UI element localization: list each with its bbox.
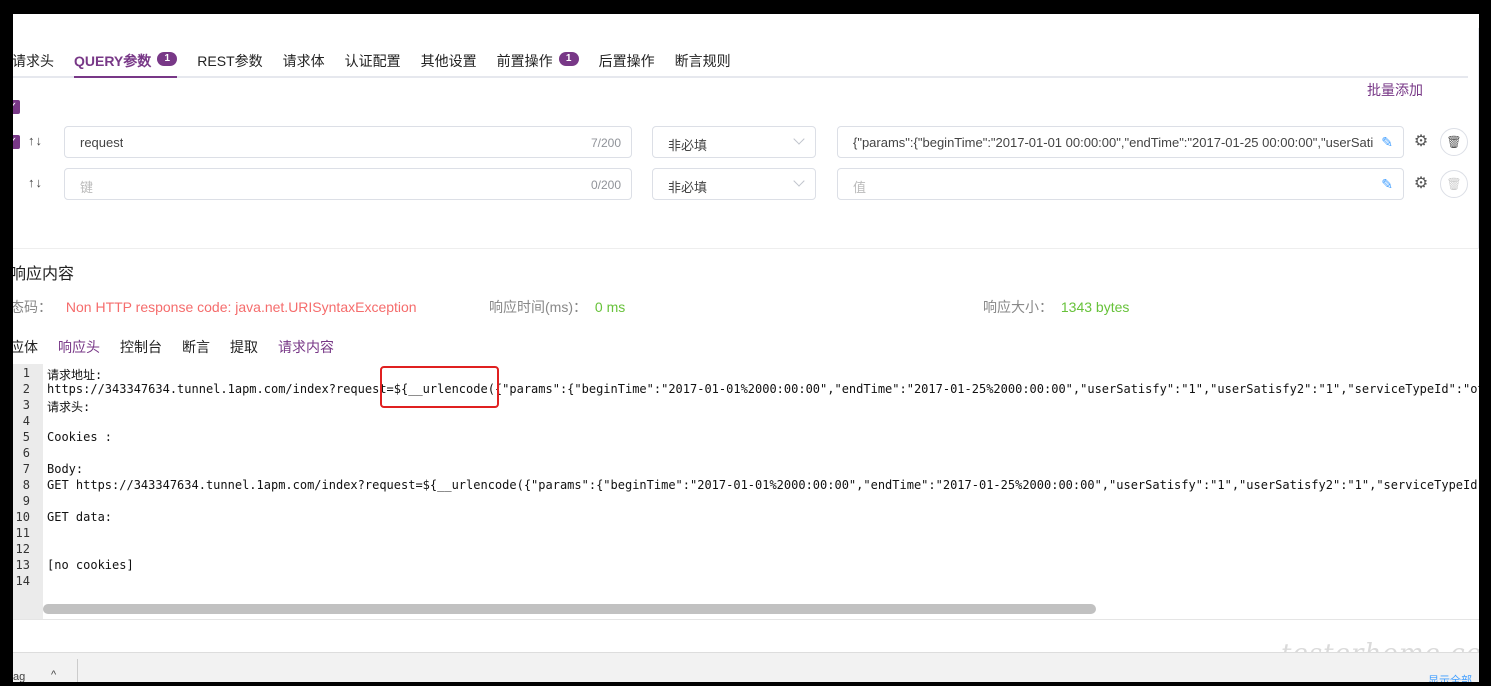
- gear-icon[interactable]: ⚙: [1412, 175, 1430, 193]
- param-value-input[interactable]: 值 ✎: [837, 168, 1404, 200]
- divider: [77, 659, 78, 682]
- chevron-up-icon[interactable]: ^: [51, 669, 56, 681]
- edit-icon[interactable]: ✎: [1381, 176, 1393, 193]
- tab-request-content[interactable]: 请求内容: [278, 332, 334, 366]
- tab-extract[interactable]: 提取: [230, 332, 258, 360]
- batch-add-link[interactable]: 批量添加: [1367, 80, 1423, 100]
- code-line: Body:: [47, 462, 84, 476]
- tab-other-settings[interactable]: 其他设置: [411, 44, 487, 76]
- code-line: https://343347634.tunnel.1apm.com/index?…: [47, 382, 1479, 396]
- gear-icon[interactable]: ⚙: [1412, 133, 1430, 151]
- reorder-arrows-icon[interactable]: ↑↓: [28, 133, 43, 148]
- tab-assertion-rules[interactable]: 断言规则: [665, 44, 741, 76]
- response-title: 响应内容: [13, 266, 75, 283]
- line-number: 13: [15, 558, 30, 572]
- code-line: GET https://343347634.tunnel.1apm.com/in…: [47, 478, 1479, 492]
- param-value-input[interactable]: {"params":{"beginTime":"2017-01-01 00:00…: [837, 126, 1404, 158]
- char-counter: 7/200: [590, 136, 621, 150]
- line-number: 9: [22, 494, 30, 508]
- tab-query-params[interactable]: QUERY参数 1: [64, 44, 187, 78]
- line-number: 4: [22, 414, 30, 428]
- code-viewer[interactable]: 1 请求地址: 2 https://343347634.tunnel.1apm.…: [13, 364, 1479, 620]
- tab-response-headers[interactable]: 响应头: [58, 332, 100, 360]
- line-number: 2: [22, 382, 30, 396]
- chevron-down-icon: [793, 133, 805, 145]
- chevron-down-icon: [793, 175, 805, 187]
- select-all-checkbox[interactable]: ✓: [13, 100, 20, 114]
- size-label: 响应大小：: [983, 299, 1053, 315]
- time-value: 0 ms: [594, 299, 626, 315]
- count-badge: 1: [157, 52, 178, 66]
- char-counter: 0/200: [590, 178, 621, 192]
- code-line: GET data:: [47, 510, 113, 524]
- param-key-value: request: [80, 135, 124, 150]
- param-value-placeholder: 值: [853, 180, 867, 195]
- tab-assertions[interactable]: 断言: [182, 332, 210, 360]
- bottom-bar: ag ^ 显示全部: [13, 652, 1479, 682]
- tab-post-operations[interactable]: 后置操作: [589, 44, 665, 76]
- request-tabs: 请求头 QUERY参数 1 REST参数 请求体 认证配置 其他设置 前置操作 1 …: [13, 44, 1468, 78]
- row-checkbox[interactable]: ✓: [13, 135, 20, 149]
- time-label: 响应时间(ms)：: [489, 299, 587, 315]
- param-value-text: {"params":{"beginTime":"2017-01-01 00:00…: [853, 135, 1373, 150]
- line-number: 3: [22, 398, 30, 412]
- line-number: 12: [15, 542, 30, 556]
- divider: [13, 248, 1479, 249]
- required-select[interactable]: 非必填: [652, 168, 816, 200]
- param-row: ✓ ↑↓ request 7/200 非必填 {"params":{"begin…: [13, 126, 1479, 158]
- param-row: ↑↓ 键 0/200 非必填 值 ✎ ⚙ 🗑: [13, 168, 1479, 200]
- status-label: 态码：: [13, 299, 52, 315]
- code-line: [no cookies]: [47, 558, 134, 572]
- size-value: 1343 bytes: [1060, 299, 1130, 315]
- tab-pre-operations[interactable]: 前置操作 1: [487, 44, 589, 76]
- bottom-left-text: ag: [13, 671, 26, 682]
- line-number: 1: [22, 366, 30, 380]
- tab-console[interactable]: 控制台: [120, 332, 162, 360]
- tab-response-body[interactable]: 应体: [13, 332, 38, 360]
- tab-request-body[interactable]: 请求体: [273, 44, 335, 76]
- line-number: 6: [22, 446, 30, 460]
- code-line: 请求头:: [47, 400, 91, 414]
- highlight-annotation-box: [380, 366, 499, 408]
- line-number: 5: [22, 430, 30, 444]
- delete-icon[interactable]: 🗑: [1440, 128, 1468, 156]
- api-editor-panel: 请求头 QUERY参数 1 REST参数 请求体 认证配置 其他设置 前置操作 1 …: [13, 14, 1479, 682]
- reorder-arrows-icon[interactable]: ↑↓: [28, 175, 43, 190]
- required-value: 非必填: [668, 180, 708, 195]
- delete-icon: 🗑: [1440, 170, 1468, 198]
- tab-auth-config[interactable]: 认证配置: [335, 44, 411, 76]
- edit-icon[interactable]: ✎: [1381, 134, 1393, 151]
- param-key-input[interactable]: request 7/200: [64, 126, 632, 158]
- line-number: 7: [22, 462, 30, 476]
- status-value: Non HTTP response code: java.net.URISynt…: [65, 299, 417, 315]
- tab-rest-params[interactable]: REST参数: [187, 44, 272, 76]
- response-size: 响应大小： 1343 bytes: [983, 297, 1129, 317]
- show-all-link[interactable]: 显示全部: [1428, 672, 1472, 682]
- required-select[interactable]: 非必填: [652, 126, 816, 158]
- param-key-placeholder: 键: [80, 180, 94, 195]
- code-line: Cookies :: [47, 430, 113, 444]
- horizontal-scrollbar[interactable]: [43, 604, 1096, 614]
- response-time: 响应时间(ms)： 0 ms: [489, 297, 625, 317]
- line-number: 10: [15, 510, 30, 524]
- line-number: 8: [22, 478, 30, 492]
- line-number: 11: [15, 526, 30, 540]
- count-badge: 1: [558, 52, 579, 66]
- divider: [13, 619, 1479, 620]
- code-line: 请求地址:: [47, 368, 103, 382]
- tab-request-headers[interactable]: 请求头: [13, 44, 64, 76]
- status-code: 态码： Non HTTP response code: java.net.URI…: [13, 297, 417, 317]
- param-key-input[interactable]: 键 0/200: [64, 168, 632, 200]
- line-number: 14: [15, 574, 30, 588]
- required-value: 非必填: [668, 138, 708, 153]
- response-tabs: 应体 响应头 控制台 断言 提取 请求内容: [13, 332, 354, 366]
